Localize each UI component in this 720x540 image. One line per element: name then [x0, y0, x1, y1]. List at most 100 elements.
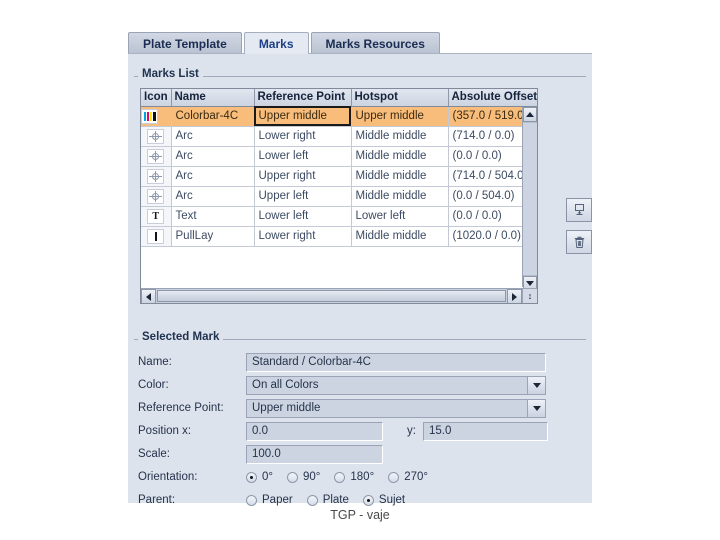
radio-icon[interactable]: [362, 494, 374, 506]
parent-option-paper[interactable]: Paper: [246, 494, 293, 506]
selected-mark-group-title: Selected Mark: [138, 331, 224, 343]
scrollbar-resize-corner[interactable]: ↕: [522, 288, 537, 303]
radio-icon[interactable]: [334, 471, 346, 483]
position-row: Position x: 0.0 y: 15.0: [138, 420, 582, 442]
reference-point-select-toggle[interactable]: [527, 399, 545, 417]
scroll-left-button[interactable]: [141, 289, 156, 303]
orientation-option-180-label: 180°: [350, 471, 375, 483]
cell-icon: [141, 226, 172, 247]
trash-icon: [574, 236, 584, 248]
reference-point-select[interactable]: Upper middle: [246, 398, 546, 418]
radio-icon[interactable]: [246, 471, 257, 483]
radio-icon[interactable]: [246, 494, 257, 506]
position-y-input[interactable]: 15.0: [423, 421, 548, 441]
position-x-input[interactable]: 0.0: [246, 421, 383, 441]
scroll-up-button[interactable]: [523, 107, 537, 122]
tab-marks[interactable]: Marks: [243, 32, 309, 54]
column-header-name[interactable]: Name: [171, 89, 255, 107]
position-x-label: Position x:: [138, 425, 192, 437]
table-row[interactable]: Colorbar-4C Upper middle Upper middle (3…: [141, 106, 537, 127]
parent-option-sujet[interactable]: Sujet: [362, 494, 405, 506]
tab-marks-label: Marks: [258, 37, 294, 51]
column-header-hotspot[interactable]: Hotspot: [351, 89, 449, 107]
table-row[interactable]: PullLay Lower right Middle middle (1020.…: [141, 226, 537, 247]
colorbar-icon: [141, 108, 158, 124]
duplicate-mark-button[interactable]: [566, 198, 592, 222]
orientation-option-0[interactable]: 0°: [246, 471, 273, 483]
cell-reference-point: Upper left: [254, 186, 352, 207]
marks-list-group: Marks List Icon Name Reference Point Hot…: [134, 68, 592, 321]
radio-icon[interactable]: [306, 494, 318, 506]
marks-tool-buttons: [566, 198, 592, 262]
cell-reference-point: Lower left: [254, 206, 352, 227]
orientation-option-0-label: 0°: [262, 471, 273, 483]
table-row[interactable]: Arc Lower right Middle middle (714.0 / 0…: [141, 126, 537, 147]
duplicate-icon: [574, 203, 584, 215]
selected-mark-group: Selected Mark Name: Standard / Colorbar-…: [134, 331, 586, 506]
color-row: Color: On all Colors: [138, 374, 582, 396]
table-row[interactable]: Arc Lower left Middle middle (0.0 / 0.0): [141, 146, 537, 167]
parent-option-plate-label: Plate: [322, 494, 349, 506]
scale-input[interactable]: 100.0: [246, 444, 383, 464]
column-header-reference-point[interactable]: Reference Point: [254, 89, 352, 107]
registration-icon: [147, 188, 165, 204]
horizontal-scroll-thumb[interactable]: [157, 290, 506, 302]
column-header-absolute-offset[interactable]: Absolute Offset: [448, 89, 537, 107]
color-select-value: On all Colors: [252, 378, 319, 391]
tab-plate-template[interactable]: Plate Template: [128, 32, 242, 54]
cell-name: Arc: [171, 166, 255, 187]
cell-icon: [141, 126, 172, 147]
registration-icon: [147, 168, 165, 184]
orientation-option-270[interactable]: 270°: [388, 471, 428, 483]
vertical-scroll-track[interactable]: [523, 122, 537, 276]
cell-name: Arc: [171, 186, 255, 207]
orientation-option-90[interactable]: 90°: [287, 471, 320, 483]
cell-icon: [141, 146, 172, 167]
radio-icon[interactable]: [287, 471, 298, 483]
marks-panel: Marks List Icon Name Reference Point Hot…: [128, 53, 592, 506]
resize-handle-icon: ↕: [527, 291, 533, 301]
tab-plate-template-label: Plate Template: [143, 37, 227, 51]
marks-list-group-title: Marks List: [138, 68, 203, 80]
chevron-down-icon: [526, 281, 534, 286]
table-horizontal-scrollbar[interactable]: [141, 288, 522, 303]
cell-reference-point: Upper right: [254, 166, 352, 187]
delete-mark-button[interactable]: [566, 230, 592, 254]
figure-caption: TGP - vaje: [330, 508, 390, 522]
pulllay-icon: [147, 228, 165, 244]
cell-hotspot: Middle middle: [351, 126, 449, 147]
cell-hotspot: Lower left: [351, 206, 449, 227]
scale-label: Scale:: [138, 448, 170, 460]
color-select-toggle[interactable]: [527, 376, 545, 394]
color-select[interactable]: On all Colors: [246, 375, 546, 395]
cell-icon: [141, 166, 172, 187]
chevron-down-icon: [532, 405, 541, 411]
reference-point-label: Reference Point:: [138, 402, 224, 414]
tab-marks-resources[interactable]: Marks Resources: [310, 32, 440, 54]
table-row[interactable]: Arc Upper right Middle middle (714.0 / 5…: [141, 166, 537, 187]
text-icon: T: [147, 208, 165, 224]
cell-reference-point[interactable]: Upper middle: [254, 106, 352, 127]
name-label: Name:: [138, 356, 172, 368]
cell-name: Text: [171, 206, 255, 227]
radio-icon[interactable]: [388, 471, 400, 483]
cell-hotspot: Upper middle: [351, 106, 449, 127]
table-row[interactable]: Arc Upper left Middle middle (0.0 / 504.…: [141, 186, 537, 207]
marks-table-container: Icon Name Reference Point Hotspot Absolu…: [140, 88, 538, 304]
table-row[interactable]: T Text Lower left Lower left (0.0 / 0.0): [141, 206, 537, 227]
parent-option-plate[interactable]: Plate: [306, 494, 349, 506]
app-root: Plate Template Marks Marks Resources Mar…: [0, 0, 720, 540]
table-vertical-scrollbar[interactable]: [522, 107, 537, 291]
orientation-option-180[interactable]: 180°: [334, 471, 374, 483]
tab-marks-resources-label: Marks Resources: [325, 37, 425, 51]
scroll-right-button[interactable]: [507, 289, 522, 303]
registration-icon: [147, 148, 165, 164]
cell-reference-point: Lower right: [254, 226, 352, 247]
chevron-down-icon: [532, 382, 541, 388]
orientation-radio-group: 0° 90° 180° 270°: [246, 471, 442, 483]
name-input[interactable]: Standard / Colorbar-4C: [246, 352, 546, 372]
parent-option-paper-label: Paper: [262, 494, 293, 506]
tab-strip: Plate Template Marks Marks Resources: [128, 30, 592, 54]
cell-icon: [141, 186, 172, 207]
column-header-icon[interactable]: Icon: [141, 89, 172, 107]
